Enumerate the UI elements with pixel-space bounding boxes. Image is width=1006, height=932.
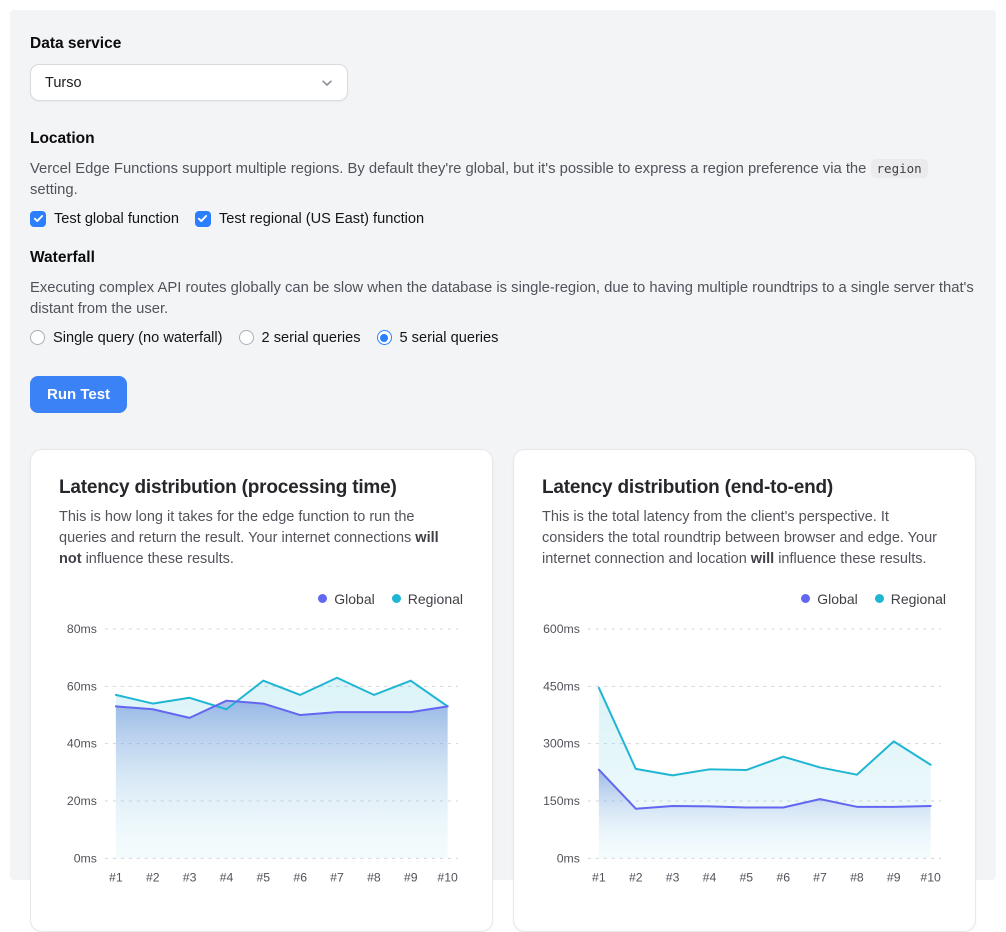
data-service-heading: Data service bbox=[30, 35, 976, 53]
svg-text:#5: #5 bbox=[256, 870, 270, 884]
radio-2-serial-queries[interactable]: 2 serial queries bbox=[239, 330, 361, 346]
legend-label: Global bbox=[817, 591, 857, 607]
chevron-down-icon bbox=[319, 75, 335, 91]
svg-text:#1: #1 bbox=[109, 870, 123, 884]
legend-dot-icon bbox=[392, 594, 401, 603]
svg-text:40ms: 40ms bbox=[67, 737, 97, 751]
svg-text:#10: #10 bbox=[920, 870, 941, 884]
chart-subtitle: This is how long it takes for the edge f… bbox=[59, 507, 465, 570]
svg-text:#3: #3 bbox=[183, 870, 197, 884]
location-description-text: Vercel Edge Functions support multiple r… bbox=[30, 161, 871, 177]
radio-5-serial-queries[interactable]: 5 serial queries bbox=[377, 330, 499, 346]
chart-cards: Latency distribution (processing time) T… bbox=[30, 449, 976, 932]
svg-text:#3: #3 bbox=[666, 870, 680, 884]
x-tick-labels: #1 #2 #3 #4 #5 #6 #7 #8 #9 #10 bbox=[592, 870, 941, 884]
latency-chart-svg: 0ms150ms300ms450ms600ms#1#2#3#4#5#6#7#8#… bbox=[542, 615, 948, 902]
checkbox-test-global-function[interactable]: Test global function bbox=[30, 211, 179, 227]
waterfall-radios: Single query (no waterfall) 2 serial que… bbox=[30, 330, 976, 346]
svg-text:80ms: 80ms bbox=[67, 622, 97, 636]
legend-item-regional: Regional bbox=[875, 591, 946, 607]
svg-text:150ms: 150ms bbox=[543, 794, 580, 808]
x-tick-labels: #1 #2 #3 #4 #5 #6 #7 #8 #9 #10 bbox=[109, 870, 458, 884]
svg-text:0ms: 0ms bbox=[557, 851, 580, 865]
data-service-selected-value: Turso bbox=[45, 75, 82, 91]
main-panel: Data service Turso Location Vercel Edge … bbox=[10, 10, 996, 880]
svg-text:#1: #1 bbox=[592, 870, 606, 884]
latency-chart-svg: 0ms 20ms 40ms 60ms 80ms #1 #2 #3 #4 #5 #6 #7 #8 #9 #10 bbox=[59, 615, 465, 902]
radio-icon bbox=[239, 330, 254, 345]
checkbox-checked-icon bbox=[30, 211, 46, 227]
legend-label: Regional bbox=[891, 591, 946, 607]
chart-title: Latency distribution (end-to-end) bbox=[542, 477, 948, 499]
checkbox-label: Test global function bbox=[54, 211, 179, 227]
radio-label: 2 serial queries bbox=[262, 330, 361, 346]
svg-text:0ms: 0ms bbox=[74, 851, 97, 865]
legend-dot-icon bbox=[318, 594, 327, 603]
checkbox-checked-icon bbox=[195, 211, 211, 227]
chart-title: Latency distribution (processing time) bbox=[59, 477, 465, 499]
legend-label: Regional bbox=[408, 591, 463, 607]
radio-label: Single query (no waterfall) bbox=[53, 330, 223, 346]
svg-text:#8: #8 bbox=[850, 870, 864, 884]
svg-text:#9: #9 bbox=[887, 870, 901, 884]
chart-subtitle: This is the total latency from the clien… bbox=[542, 507, 948, 570]
svg-text:20ms: 20ms bbox=[67, 794, 97, 808]
legend-label: Global bbox=[334, 591, 374, 607]
run-test-button[interactable]: Run Test bbox=[30, 376, 127, 413]
radio-label: 5 serial queries bbox=[400, 330, 499, 346]
check-icon bbox=[197, 213, 208, 224]
legend-dot-icon bbox=[801, 594, 810, 603]
svg-text:450ms: 450ms bbox=[543, 679, 580, 693]
svg-text:#2: #2 bbox=[146, 870, 160, 884]
legend-item-global: Global bbox=[801, 591, 857, 607]
processing-time-chart: 0ms 20ms 40ms 60ms 80ms #1 #2 #3 #4 #5 #6 #7 #8 #9 #10 bbox=[59, 615, 465, 902]
radio-icon bbox=[377, 330, 392, 345]
svg-text:#7: #7 bbox=[330, 870, 344, 884]
region-code-chip: region bbox=[871, 159, 928, 178]
legend-dot-icon bbox=[875, 594, 884, 603]
svg-text:600ms: 600ms bbox=[543, 622, 580, 636]
location-checkboxes: Test global function Test regional (US E… bbox=[30, 211, 976, 227]
end-to-end-chart: 0ms150ms300ms450ms600ms#1#2#3#4#5#6#7#8#… bbox=[542, 615, 948, 902]
data-service-select[interactable]: Turso bbox=[30, 64, 348, 101]
location-heading: Location bbox=[30, 130, 976, 148]
waterfall-description: Executing complex API routes globally ca… bbox=[30, 278, 976, 321]
radio-single-query[interactable]: Single query (no waterfall) bbox=[30, 330, 223, 346]
svg-text:#4: #4 bbox=[220, 870, 234, 884]
chart-card-processing-time: Latency distribution (processing time) T… bbox=[30, 449, 493, 932]
chart-card-end-to-end: Latency distribution (end-to-end) This i… bbox=[513, 449, 976, 932]
svg-text:60ms: 60ms bbox=[67, 679, 97, 693]
svg-text:#4: #4 bbox=[703, 870, 717, 884]
legend-item-global: Global bbox=[318, 591, 374, 607]
y-tick-labels: 0ms 20ms 40ms 60ms 80ms bbox=[67, 622, 97, 865]
svg-text:#6: #6 bbox=[776, 870, 790, 884]
location-description: Vercel Edge Functions support multiple r… bbox=[30, 159, 976, 202]
chart-legend: Global Regional bbox=[542, 591, 946, 607]
svg-text:#5: #5 bbox=[739, 870, 753, 884]
svg-text:#6: #6 bbox=[293, 870, 307, 884]
svg-text:300ms: 300ms bbox=[543, 737, 580, 751]
svg-text:#8: #8 bbox=[367, 870, 381, 884]
svg-text:#7: #7 bbox=[813, 870, 827, 884]
svg-text:#10: #10 bbox=[437, 870, 458, 884]
svg-text:#2: #2 bbox=[629, 870, 643, 884]
radio-icon bbox=[30, 330, 45, 345]
waterfall-heading: Waterfall bbox=[30, 249, 976, 267]
y-tick-labels: 0ms 150ms 300ms 450ms 600ms bbox=[543, 622, 580, 865]
svg-text:#9: #9 bbox=[404, 870, 418, 884]
checkbox-label: Test regional (US East) function bbox=[219, 211, 424, 227]
check-icon bbox=[33, 213, 44, 224]
checkbox-test-regional-function[interactable]: Test regional (US East) function bbox=[195, 211, 424, 227]
legend-item-regional: Regional bbox=[392, 591, 463, 607]
chart-legend: Global Regional bbox=[59, 591, 463, 607]
area-global bbox=[116, 701, 448, 859]
location-description-tail: setting. bbox=[30, 182, 78, 198]
